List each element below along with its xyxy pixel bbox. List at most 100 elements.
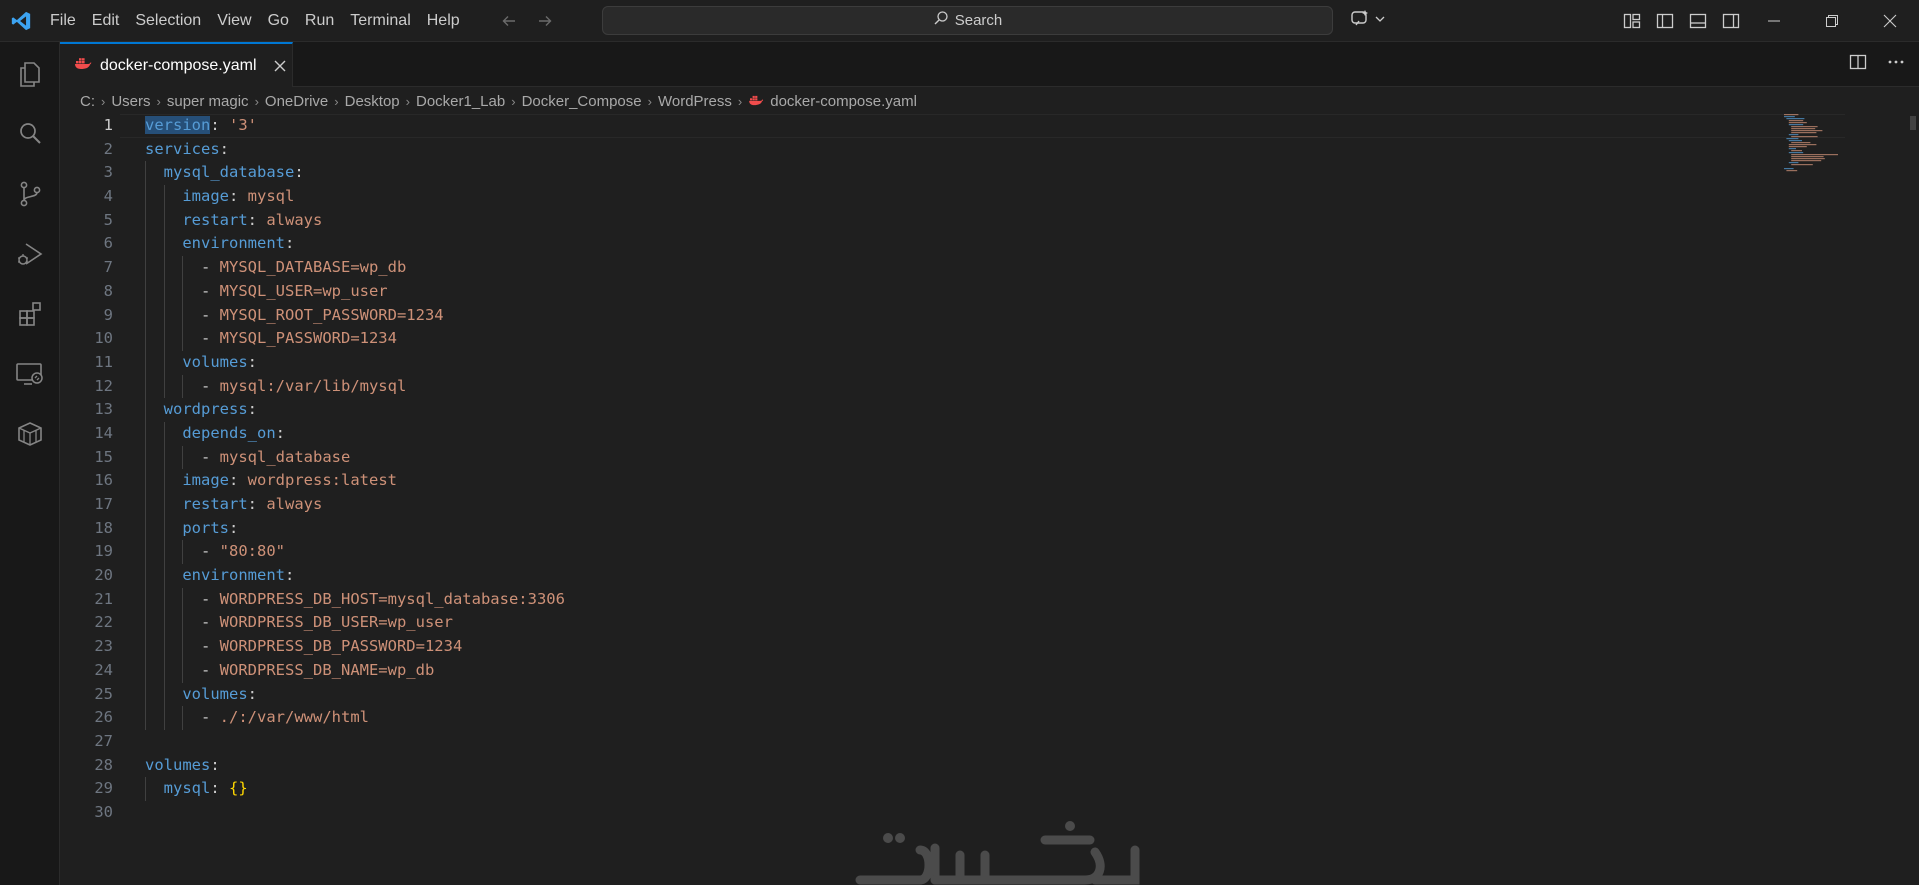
menu-help[interactable]: Help xyxy=(419,0,468,42)
line-number: 4 xyxy=(103,187,113,206)
indent-guide xyxy=(145,374,146,399)
close-window-icon[interactable] xyxy=(1861,0,1919,42)
code-line[interactable]: - mysql:/var/lib/mysql xyxy=(145,374,1789,399)
source-control-icon[interactable] xyxy=(0,169,60,219)
menu-file[interactable]: File xyxy=(42,0,84,42)
code-line[interactable] xyxy=(145,730,1789,754)
toggle-secondary-sidebar-icon[interactable] xyxy=(1719,9,1742,32)
activity-bar xyxy=(0,42,60,885)
indent-guide xyxy=(145,208,146,233)
yaml-key: volumes xyxy=(182,352,248,371)
code-line[interactable]: volumes: xyxy=(145,754,1789,778)
back-arrow-icon[interactable] xyxy=(498,10,520,32)
run-debug-icon[interactable] xyxy=(0,229,60,279)
code-line[interactable]: mysql_database: xyxy=(145,161,1789,186)
code-line[interactable]: image: mysql xyxy=(145,185,1789,209)
khodsat-watermark-logo xyxy=(855,821,1140,885)
breadcrumb-item[interactable]: Docker1_Lab xyxy=(416,93,505,110)
breadcrumb-file[interactable]: docker-compose.yaml xyxy=(748,93,917,110)
minimap-line xyxy=(1788,124,1804,126)
menu-terminal[interactable]: Terminal xyxy=(342,0,418,42)
line-number: 22 xyxy=(94,613,113,632)
explorer-icon[interactable] xyxy=(0,49,60,99)
code-line[interactable]: depends_on: xyxy=(145,421,1789,446)
remote-explorer-icon[interactable] xyxy=(0,349,60,399)
code-line[interactable]: mysql: {} xyxy=(145,777,1789,801)
toggle-primary-sidebar-icon[interactable] xyxy=(1653,9,1676,32)
code-line[interactable]: volumes: xyxy=(145,682,1789,707)
scrollbar-thumb[interactable] xyxy=(1910,116,1916,130)
tab-label: docker-compose.yaml xyxy=(100,56,257,74)
close-icon[interactable] xyxy=(273,59,287,73)
command-center-search[interactable]: Search xyxy=(602,6,1333,35)
code-line[interactable]: - ./:/var/www/html xyxy=(145,706,1789,730)
minimap-line xyxy=(1791,150,1802,152)
chevron-right-icon: › xyxy=(405,93,410,109)
yaml-punctuation: : xyxy=(247,352,257,371)
yaml-value: MYSQL_USER=wp_user xyxy=(219,281,388,300)
code-area[interactable]: version: '3' services: mysql_database: im… xyxy=(145,114,1789,825)
code-line[interactable]: services: xyxy=(145,138,1789,162)
containers-icon[interactable] xyxy=(0,409,60,459)
code-line[interactable]: environment: xyxy=(145,232,1789,257)
code-line[interactable]: - WORDPRESS_DB_NAME=wp_db xyxy=(145,658,1789,683)
line-number: 5 xyxy=(103,210,113,229)
code-line[interactable]: - mysql_database xyxy=(145,445,1789,470)
extensions-icon[interactable] xyxy=(0,289,60,339)
search-icon[interactable] xyxy=(0,109,60,159)
customize-layout-icon[interactable] xyxy=(1620,9,1643,32)
code-line[interactable]: - WORDPRESS_DB_HOST=mysql_database:3306 xyxy=(145,587,1789,612)
code-line[interactable]: - "80:80" xyxy=(145,540,1789,565)
code-line[interactable]: - WORDPRESS_DB_PASSWORD=1234 xyxy=(145,635,1789,659)
code-line[interactable]: wordpress: xyxy=(145,398,1789,422)
yaml-value: {} xyxy=(229,779,248,798)
restore-icon[interactable] xyxy=(1803,0,1861,42)
yaml-key: mysql xyxy=(163,779,211,798)
code-line[interactable]: - WORDPRESS_DB_USER=wp_user xyxy=(145,611,1789,636)
minimap[interactable] xyxy=(1784,114,1874,184)
toggle-panel-icon[interactable] xyxy=(1686,9,1709,32)
code-line[interactable]: - MYSQL_USER=wp_user xyxy=(145,279,1789,304)
minimap-line xyxy=(1784,168,1794,170)
code-line[interactable]: restart: always xyxy=(145,493,1789,517)
indent-guide xyxy=(163,682,165,707)
split-editor-icon[interactable] xyxy=(1849,53,1867,76)
more-actions-icon[interactable] xyxy=(1887,53,1905,76)
code-line[interactable]: environment: xyxy=(145,564,1789,588)
breadcrumb-item[interactable]: WordPress xyxy=(658,93,732,110)
yaml-punctuation: : xyxy=(247,210,267,229)
breadcrumb-item[interactable]: super magic xyxy=(167,93,249,110)
line-number: 8 xyxy=(103,281,113,300)
menu-go[interactable]: Go xyxy=(260,0,297,42)
vertical-scrollbar[interactable] xyxy=(1905,114,1919,885)
yaml-value: WORDPRESS_DB_HOST=mysql_database:3306 xyxy=(219,589,565,608)
code-line[interactable]: - MYSQL_PASSWORD=1234 xyxy=(145,327,1789,351)
forward-arrow-icon[interactable] xyxy=(534,10,556,32)
menu-view[interactable]: View xyxy=(209,0,259,42)
code-line[interactable]: - MYSQL_DATABASE=wp_db xyxy=(145,256,1789,280)
breadcrumb-item[interactable]: Docker_Compose xyxy=(522,93,642,110)
menu-selection[interactable]: Selection xyxy=(127,0,209,42)
yaml-key: services xyxy=(145,139,220,158)
copilot-button[interactable] xyxy=(1350,8,1386,33)
code-line[interactable]: ports: xyxy=(145,516,1789,541)
breadcrumb-item[interactable]: Desktop xyxy=(345,93,400,110)
breadcrumb-item[interactable]: OneDrive xyxy=(265,93,328,110)
yaml-value: "80:80" xyxy=(219,542,285,561)
code-line[interactable]: - MYSQL_ROOT_PASSWORD=1234 xyxy=(145,303,1789,328)
minimize-icon[interactable] xyxy=(1745,0,1803,42)
code-line[interactable]: restart: always xyxy=(145,208,1789,233)
breadcrumb-item[interactable]: C: xyxy=(80,93,95,110)
menu-run[interactable]: Run xyxy=(297,0,342,42)
tab-docker-compose[interactable]: docker-compose.yaml xyxy=(60,42,293,87)
minimap-line xyxy=(1788,162,1799,164)
breadcrumb-item[interactable]: Users xyxy=(111,93,150,110)
code-line[interactable]: version: '3' xyxy=(145,114,1789,138)
indent-guide xyxy=(145,587,146,612)
code-line[interactable]: volumes: xyxy=(145,350,1789,375)
menu-edit[interactable]: Edit xyxy=(84,0,128,42)
code-line[interactable]: image: wordpress:latest xyxy=(145,469,1789,493)
code-editor[interactable]: 1 2 3 4 5 6 7 8 9 10 11 12 13 14 15 16 17 18 19 20 21 22 23 24 2… xyxy=(60,114,1919,885)
